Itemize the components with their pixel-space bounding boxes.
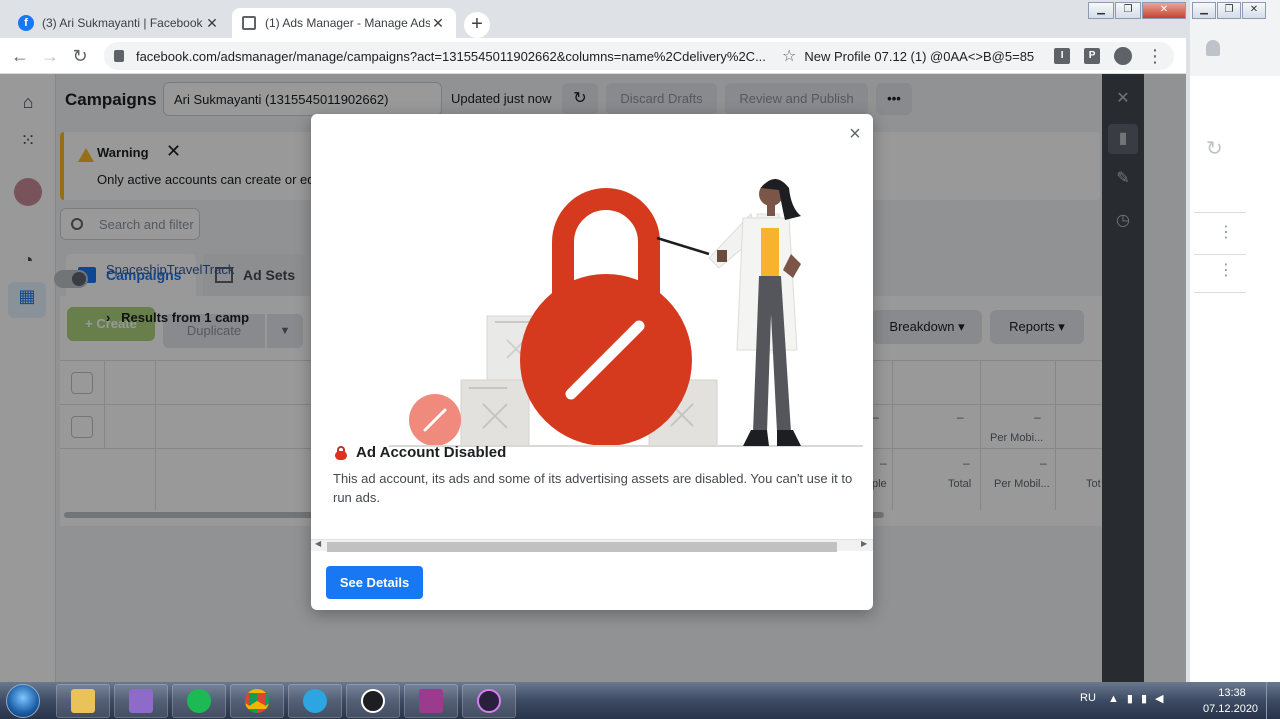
show-desktop-button[interactable] <box>1266 682 1280 719</box>
refresh-icon[interactable]: ↻ <box>1206 136 1223 161</box>
vpn-icon <box>477 689 501 713</box>
taskbar-app-visual-studio[interactable] <box>114 684 168 718</box>
taskbar-app-telegram[interactable] <box>288 684 342 718</box>
facebook-icon: f <box>18 15 34 31</box>
windows-taskbar: RU ▲▮▮◀ 13:38 07.12.2020 <box>0 682 1280 719</box>
modal-header: Ad Account Disabled <box>335 444 506 461</box>
reload-icon[interactable]: ↻ <box>68 44 92 68</box>
extension-i-icon[interactable]: I <box>1054 48 1071 64</box>
browser-menu-icon[interactable]: ⋮ <box>1146 46 1164 67</box>
extension-p-icon[interactable]: P <box>1084 48 1101 64</box>
taskbar-app-spotify[interactable] <box>172 684 226 718</box>
taskbar-app-explorer[interactable] <box>56 684 110 718</box>
address-bar[interactable]: facebook.com/adsmanager/manage/campaigns… <box>104 42 1174 70</box>
minimize-button[interactable]: ▁ <box>1192 2 1216 19</box>
language-indicator[interactable]: RU <box>1080 692 1096 704</box>
winrar-icon <box>419 689 443 713</box>
taskbar-app-vpn[interactable] <box>462 684 516 718</box>
see-details-button[interactable]: See Details <box>326 566 423 599</box>
telegram-icon <box>303 689 327 713</box>
close-window-button[interactable]: ✕ <box>1242 2 1266 19</box>
more-icon[interactable]: ⋮ <box>1218 225 1234 241</box>
browser-tab-facebook[interactable]: f (3) Ari Sukmayanti | Facebook ✕ <box>8 8 230 38</box>
maximize-button[interactable]: ❐ <box>1217 2 1241 19</box>
browser-tab-strip: f (3) Ari Sukmayanti | Facebook ✕ (1) Ad… <box>0 0 1186 38</box>
tab-title: (3) Ari Sukmayanti | Facebook <box>42 16 203 30</box>
maximize-button[interactable]: ❐ <box>1115 2 1141 19</box>
modal-message: This ad account, its ads and some of its… <box>333 471 853 505</box>
account-icon[interactable] <box>1114 47 1132 65</box>
divider <box>1194 254 1246 255</box>
tab-close-icon[interactable]: ✕ <box>430 15 446 32</box>
background-window: ▁ ❐ ✕ ↻ ⋮ ⋮ <box>1186 0 1280 682</box>
disabled-badge-icon <box>409 394 461 446</box>
modal-title: Ad Account Disabled <box>356 444 507 461</box>
more-icon[interactable]: ⋮ <box>1218 263 1234 279</box>
lock-icon <box>335 445 347 460</box>
profile-name: New Profile 07.12 (1) @0AA<>B@5=85 <box>804 48 1035 64</box>
horizontal-scrollbar[interactable]: ◀ ▶ <box>311 539 873 552</box>
start-button[interactable] <box>6 684 40 718</box>
tab-close-icon[interactable]: ✕ <box>204 15 220 32</box>
tab-title: (1) Ads Manager - Manage Ads - <box>265 16 430 30</box>
folder-icon <box>71 689 95 713</box>
bookmark-star-icon[interactable]: ☆ <box>782 46 796 66</box>
close-icon[interactable]: × <box>845 124 865 144</box>
forward-icon[interactable]: → <box>38 44 62 68</box>
divider <box>1194 212 1246 213</box>
browser-icon <box>361 689 385 713</box>
ad-account-disabled-dialog: × Ad Account Disabled This ad account, i… <box>311 114 873 610</box>
scroll-right-icon[interactable]: ▶ <box>861 539 867 548</box>
spotify-icon <box>187 689 211 713</box>
disabled-lock-illustration <box>389 179 863 447</box>
back-icon[interactable]: ← <box>8 44 32 68</box>
system-tray-icons[interactable]: ▲▮▮◀ <box>1108 692 1171 705</box>
close-window-button[interactable]: ✕ <box>1142 2 1186 19</box>
taskbar-app-browser[interactable] <box>346 684 400 718</box>
scrollbar-thumb[interactable] <box>327 542 837 552</box>
bell-icon[interactable] <box>1206 40 1220 56</box>
window-controls: ▁ ❐ ✕ <box>1192 2 1267 19</box>
lock-icon <box>114 50 124 62</box>
taskbar-app-chrome[interactable] <box>230 684 284 718</box>
chrome-icon <box>245 689 269 713</box>
window-controls: ▁ ❐ ✕ <box>1088 2 1187 19</box>
browser-toolbar: ← → ↻ facebook.com/adsmanager/manage/cam… <box>0 38 1186 74</box>
browser-tab-ads-manager[interactable]: (1) Ads Manager - Manage Ads - ✕ <box>232 8 456 38</box>
ads-manager-icon <box>242 16 256 30</box>
lock-icon <box>520 188 692 446</box>
scroll-left-icon[interactable]: ◀ <box>315 539 321 548</box>
taskbar-app-winrar[interactable] <box>404 684 458 718</box>
visual-studio-icon <box>129 689 153 713</box>
url-text: facebook.com/adsmanager/manage/campaigns… <box>135 48 766 64</box>
minimize-button[interactable]: ▁ <box>1088 2 1114 19</box>
new-tab-button[interactable]: + <box>464 12 490 38</box>
box-icon <box>460 379 530 447</box>
divider <box>1194 292 1246 293</box>
clock-date[interactable]: 07.12.2020 <box>1203 703 1258 715</box>
clock-time[interactable]: 13:38 <box>1214 687 1250 699</box>
